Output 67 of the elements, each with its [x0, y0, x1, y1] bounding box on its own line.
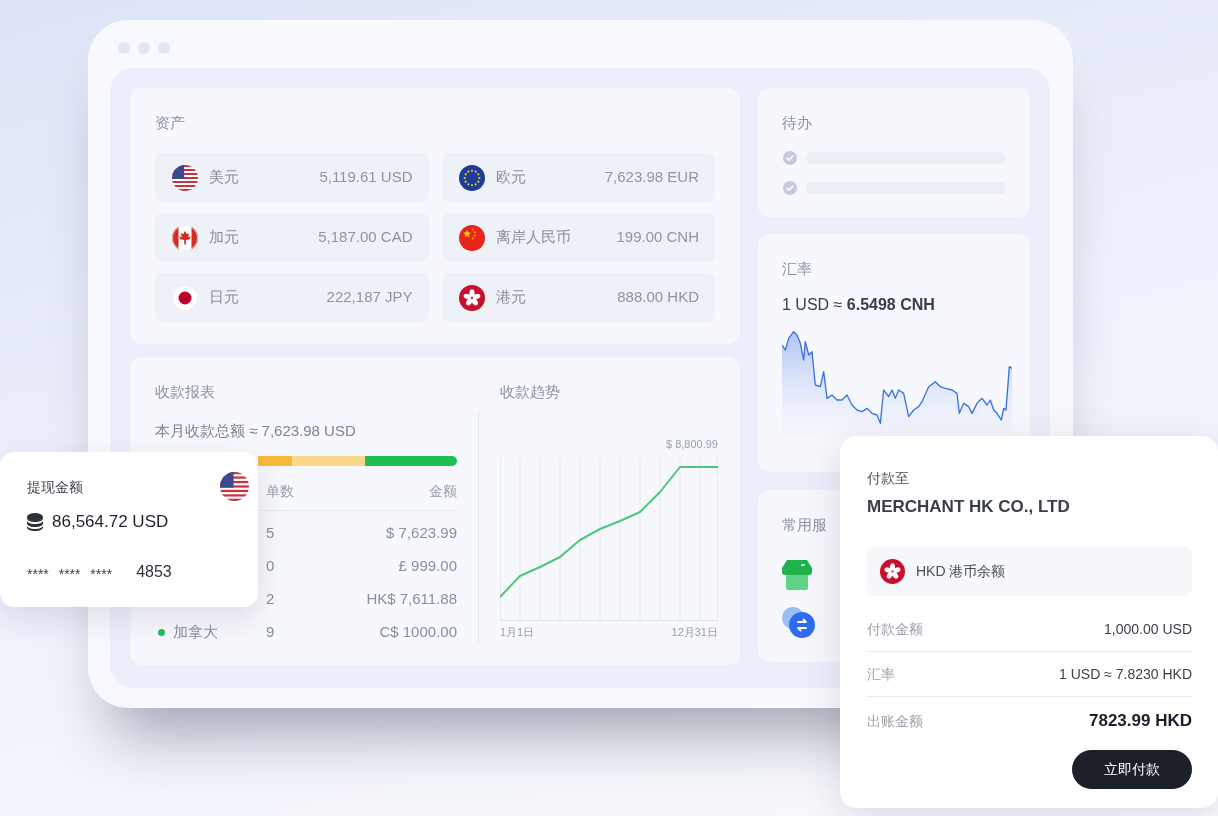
currency-amount: 222,187 JPY: [326, 287, 413, 308]
table-cell-text: 加拿大: [173, 622, 218, 643]
peak-value-label: $ 8,800.99: [666, 437, 718, 451]
card-title: 收款趋势: [500, 382, 560, 402]
monthly-total: 本月收款总额 ≈ 7,623.98 USD: [155, 421, 356, 441]
card-title: 提现金额: [27, 477, 83, 497]
currency-amount: 7,623.98 EUR: [604, 167, 699, 188]
currency-tile[interactable]: 港元 888.00 HKD: [441, 273, 715, 322]
currency-tile[interactable]: 美元 5,119.61 USD: [155, 153, 429, 202]
currency-name: 港元: [495, 287, 526, 308]
currency-amount: 5,187.00 CAD: [318, 227, 413, 248]
axis-label: 12月31日: [671, 625, 718, 639]
coin-stack-icon: [27, 513, 43, 531]
card-title: 付款至: [867, 469, 909, 488]
currency-name: 离岸人民币: [495, 227, 571, 248]
table-cell-text: HK$ 7,611.88: [366, 589, 457, 610]
table-cell-text: 9: [266, 622, 275, 643]
card-last-digits: 4853: [136, 562, 172, 582]
table-cell-text: C$ 1000.00: [379, 622, 457, 643]
column-header: 单数: [266, 481, 294, 501]
currency-tile[interactable]: 加元 5,187.00 CAD: [155, 213, 429, 262]
table-cell-text: 2: [266, 589, 275, 610]
withdraw-amount: 86,564.72 USD: [52, 511, 169, 534]
exchange-icon[interactable]: [782, 607, 816, 639]
account-selector[interactable]: HKD 港币余额: [867, 547, 1192, 596]
payee-name: MERCHANT HK CO., LTD: [867, 496, 1070, 518]
currency-tile[interactable]: 离岸人民币 199.00 CNH: [441, 213, 715, 262]
field-value: 7823.99 HKD: [1089, 710, 1192, 733]
currency-name: 日元: [209, 287, 239, 308]
card-title: 汇率: [782, 259, 812, 279]
table-cell-text: $ 7,623.99: [386, 523, 457, 544]
us-flag-icon: [220, 472, 249, 501]
china-flag-icon: [458, 224, 485, 251]
currency-amount: 888.00 HKD: [617, 287, 699, 308]
card-title: 收款报表: [155, 382, 215, 402]
currency-name: 加元: [209, 227, 239, 248]
check-circle-icon[interactable]: [783, 151, 797, 165]
us-flag-icon: [172, 164, 198, 191]
field-label: 出账金额: [867, 711, 923, 731]
store-icon[interactable]: [782, 558, 812, 590]
table-cell-text: 0: [266, 556, 275, 577]
card-title: 资产: [155, 113, 185, 133]
table-cell-text: 5: [266, 523, 275, 544]
table-cell-text: £ 999.00: [398, 556, 457, 577]
masked-card-number: **** **** ****: [27, 565, 113, 583]
hong-kong-flag-icon: [458, 284, 485, 311]
japan-flag-icon: [172, 284, 198, 311]
field-value: 1 USD ≈ 7.8230 HKD: [1059, 664, 1192, 684]
card-title: 常用服: [782, 515, 827, 535]
currency-tile[interactable]: 日元 222,187 JPY: [155, 273, 429, 322]
field-value: 1,000.00 USD: [1104, 619, 1192, 639]
currency-amount: 199.00 CNH: [616, 227, 699, 248]
currency-tile[interactable]: 欧元 7,623.98 EUR: [441, 153, 715, 202]
check-circle-icon[interactable]: [783, 181, 797, 195]
eu-flag-icon: [458, 164, 485, 191]
currency-name: 美元: [209, 167, 239, 188]
field-label: 汇率: [867, 664, 895, 684]
canada-flag-icon: [172, 224, 198, 251]
pay-now-button[interactable]: 立即付款: [1072, 750, 1192, 789]
currency-name: 欧元: [495, 167, 526, 188]
column-header: 金额: [429, 481, 457, 501]
currency-amount: 5,119.61 USD: [319, 167, 413, 188]
field-label: 付款金额: [867, 619, 923, 639]
axis-label: 1月1日: [500, 625, 535, 639]
card-title: 待办: [782, 113, 812, 133]
rate-quote: 1 USD ≈ 6.5498 CNH: [782, 295, 935, 315]
hong-kong-flag-icon: [880, 559, 905, 584]
